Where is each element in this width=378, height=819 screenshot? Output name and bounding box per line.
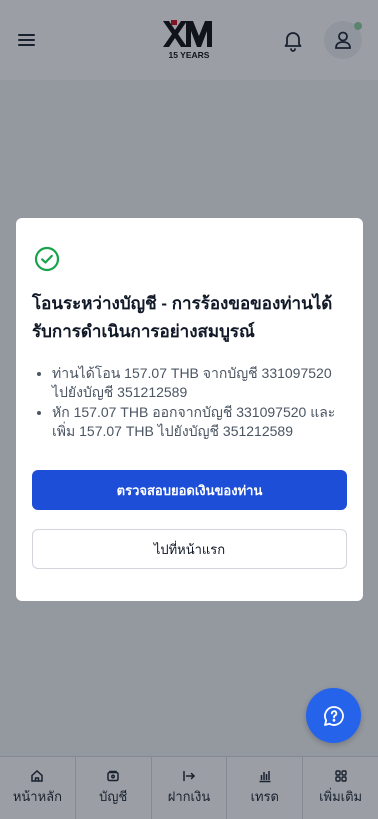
dialog-title: โอนระหว่างบัญชี - การร้องขอของท่านได้รับ… xyxy=(32,294,333,341)
success-check-icon xyxy=(34,246,60,272)
chat-help-icon xyxy=(323,705,344,726)
transfer-details-list: ท่านได้โอน 157.07 THB จากบัญชี 331097520… xyxy=(32,364,347,441)
check-balance-button[interactable]: ตรวจสอบยอดเงินของท่าน xyxy=(32,470,347,510)
go-home-button[interactable]: ไปที่หน้าแรก xyxy=(32,529,347,569)
support-chat-button[interactable] xyxy=(306,688,361,743)
transfer-detail-item: หัก 157.07 THB ออกจากบัญชี 331097520 และ… xyxy=(52,403,347,441)
transfer-detail-item: ท่านได้โอน 157.07 THB จากบัญชี 331097520… xyxy=(52,364,347,402)
transfer-success-dialog: โอนระหว่างบัญชี - การร้องขอของท่านได้รับ… xyxy=(16,218,363,601)
